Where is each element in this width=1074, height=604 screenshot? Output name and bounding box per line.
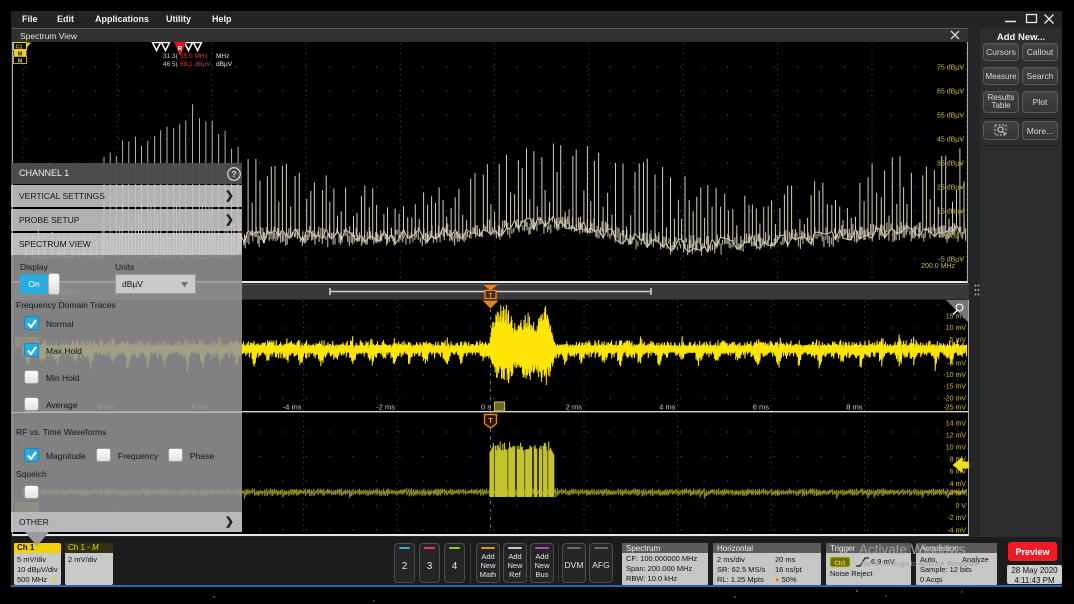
svg-text:Ch1: Ch1 bbox=[834, 561, 846, 567]
svg-text:-25 mV: -25 mV bbox=[943, 405, 966, 412]
svg-text:14 mV: 14 mV bbox=[946, 421, 967, 428]
svg-text:75 dBµV: 75 dBµV bbox=[937, 65, 964, 72]
svg-text:10 mV: 10 mV bbox=[946, 325, 967, 332]
svg-text:25 dBµV: 25 dBµV bbox=[937, 185, 964, 192]
svg-text:6 ms: 6 ms bbox=[753, 403, 770, 412]
svg-text:35 dBµV: 35 dBµV bbox=[937, 161, 964, 168]
svg-text:0 s: 0 s bbox=[481, 403, 491, 412]
svg-text:15 dBµV: 15 dBµV bbox=[937, 209, 964, 216]
svg-text:R: R bbox=[178, 47, 183, 53]
svg-text:46 5(: 46 5( bbox=[163, 61, 179, 68]
svg-text:10 mV: 10 mV bbox=[946, 445, 967, 452]
svg-text:35.0 MHz: 35.0 MHz bbox=[180, 53, 208, 60]
svg-text:5 mV: 5 mV bbox=[950, 337, 967, 344]
svg-text:-4 mV: -4 mV bbox=[947, 528, 966, 535]
svg-text:-10 mV: -10 mV bbox=[943, 372, 966, 379]
svg-text:55 dBµV: 55 dBµV bbox=[937, 113, 964, 120]
svg-text:MHz: MHz bbox=[216, 53, 229, 60]
svg-text:-20 mV: -20 mV bbox=[943, 396, 966, 403]
svg-text:12 mV: 12 mV bbox=[946, 433, 967, 440]
svg-text:2 mV: 2 mV bbox=[950, 490, 967, 497]
svg-text:4 ms: 4 ms bbox=[659, 403, 676, 412]
svg-text:N: N bbox=[18, 59, 22, 65]
svg-text:-5 mV: -5 mV bbox=[947, 360, 966, 367]
svg-text:8 ms: 8 ms bbox=[846, 403, 863, 412]
svg-text:-15 mV: -15 mV bbox=[943, 384, 966, 391]
svg-text:2 ms: 2 ms bbox=[566, 403, 583, 412]
svg-text:31 3(: 31 3( bbox=[163, 53, 179, 60]
svg-text:T: T bbox=[488, 416, 493, 425]
svg-text:dBµV: dBµV bbox=[216, 61, 233, 68]
svg-text:-2 ms: -2 ms bbox=[376, 403, 395, 412]
svg-text:65 dBµV: 65 dBµV bbox=[937, 89, 964, 96]
svg-text:-4 ms: -4 ms bbox=[283, 403, 302, 412]
svg-text:?: ? bbox=[231, 169, 236, 179]
svg-text:58.1 dBµV: 58.1 dBµV bbox=[180, 61, 211, 68]
svg-text:4 mV: 4 mV bbox=[950, 481, 967, 488]
svg-text:0 V: 0 V bbox=[955, 503, 966, 510]
svg-text:0 V: 0 V bbox=[955, 349, 966, 356]
svg-text:6 mV: 6 mV bbox=[950, 469, 967, 476]
svg-text:T: T bbox=[489, 293, 493, 300]
svg-text:5 dBµV: 5 dBµV bbox=[941, 233, 964, 240]
svg-text:200.0 MHz: 200.0 MHz bbox=[921, 263, 955, 270]
svg-text:45 dBµV: 45 dBµV bbox=[937, 137, 964, 144]
svg-text:-2 mV: -2 mV bbox=[947, 515, 966, 522]
